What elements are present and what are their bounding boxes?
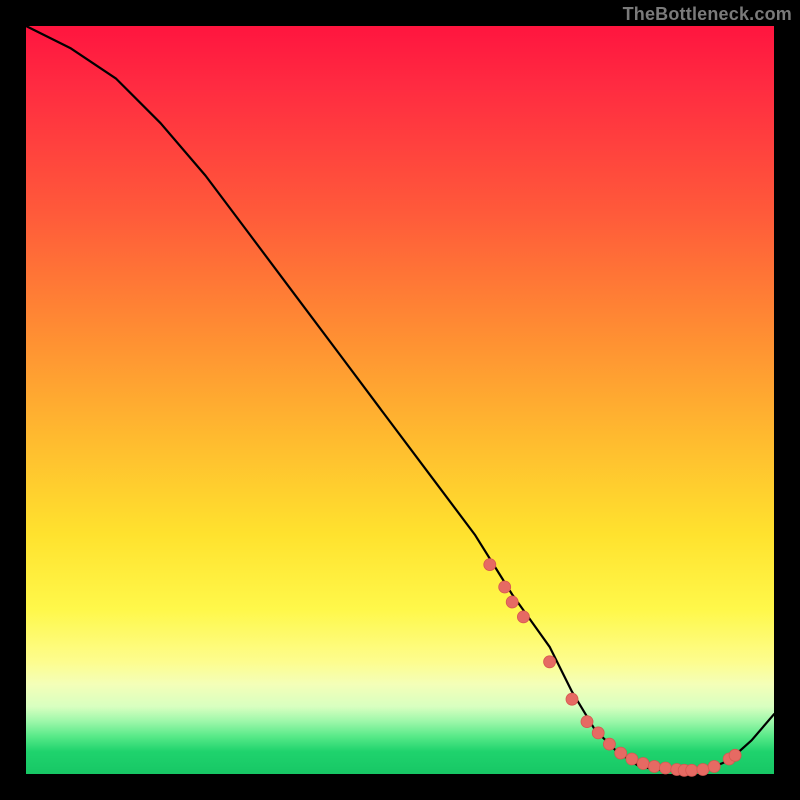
data-marker [686, 764, 698, 776]
data-marker [603, 738, 615, 750]
plot-area [26, 26, 774, 774]
data-marker [697, 764, 709, 776]
data-marker [729, 749, 741, 761]
data-marker [484, 559, 496, 571]
data-marker [566, 693, 578, 705]
data-marker [648, 761, 660, 773]
data-marker [581, 716, 593, 728]
watermark-text: TheBottleneck.com [623, 4, 792, 25]
data-marker [626, 753, 638, 765]
bottleneck-curve [26, 26, 774, 771]
marker-group [484, 559, 741, 777]
data-marker [506, 596, 518, 608]
data-marker [615, 747, 627, 759]
chart-frame: TheBottleneck.com [0, 0, 800, 800]
data-marker [637, 758, 649, 770]
data-marker [592, 727, 604, 739]
data-marker [517, 611, 529, 623]
data-marker [708, 761, 720, 773]
data-marker [544, 656, 556, 668]
data-marker [499, 581, 511, 593]
data-marker [660, 762, 672, 774]
chart-svg [26, 26, 774, 774]
